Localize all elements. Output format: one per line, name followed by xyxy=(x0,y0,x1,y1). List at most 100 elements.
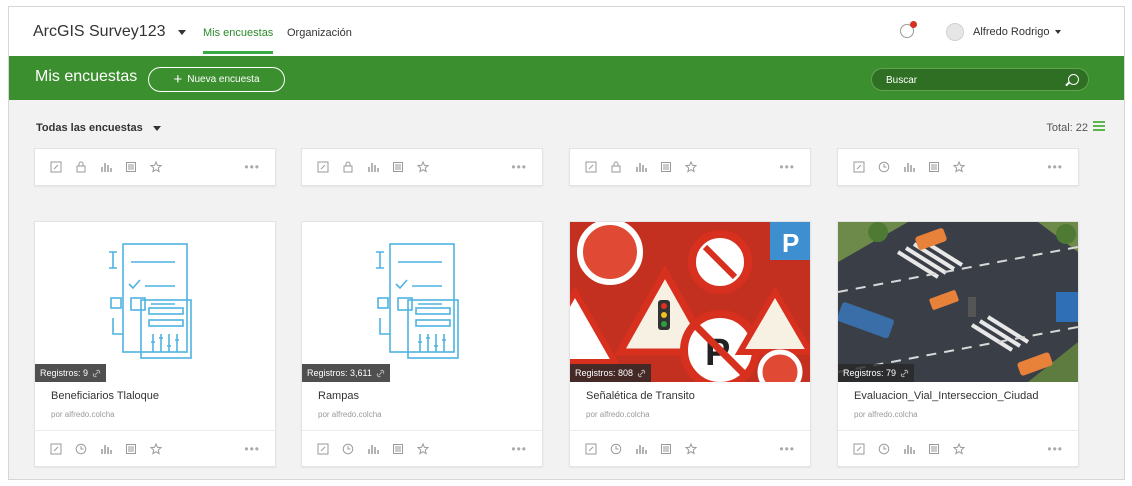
link-icon[interactable] xyxy=(376,369,385,378)
more-options-icon[interactable]: ••• xyxy=(1047,442,1063,456)
edit-icon[interactable] xyxy=(585,443,597,455)
data-icon[interactable] xyxy=(125,443,137,455)
survey-card[interactable]: P P Registros: 808 Señalética de Transit… xyxy=(569,221,811,467)
data-icon[interactable] xyxy=(125,161,137,173)
data-icon[interactable] xyxy=(392,443,404,455)
card-title[interactable]: Señalética de Transito xyxy=(586,390,695,402)
form-illustration-icon xyxy=(109,243,192,359)
analyze-icon[interactable] xyxy=(635,443,647,455)
page-title: Mis encuestas xyxy=(35,68,138,85)
survey-card[interactable]: Registros: 3,611 Rampas por alfredo.colc… xyxy=(301,221,543,467)
analyze-icon[interactable] xyxy=(100,161,112,173)
notification-icon[interactable] xyxy=(900,21,917,38)
survey-filter-dropdown[interactable]: Todas las encuestas xyxy=(36,122,161,134)
search-icon[interactable] xyxy=(1068,74,1079,85)
clock-icon[interactable] xyxy=(75,443,87,455)
lock-icon[interactable] xyxy=(342,161,354,173)
new-survey-button[interactable]: + Nueva encuesta xyxy=(148,67,285,92)
nav-organization-label: Organización xyxy=(287,27,352,39)
analyze-icon[interactable] xyxy=(367,443,379,455)
card-actions: ••• xyxy=(838,430,1078,466)
nav-my-surveys[interactable]: Mis encuestas xyxy=(203,27,274,54)
more-options-icon[interactable]: ••• xyxy=(244,442,260,456)
survey-card-top: ••• xyxy=(34,148,276,186)
svg-text:P: P xyxy=(782,228,799,258)
record-count: Registros: 808 xyxy=(575,368,634,378)
list-view-icon[interactable] xyxy=(1093,121,1105,133)
data-icon[interactable] xyxy=(928,443,940,455)
nav-active-indicator xyxy=(203,51,274,54)
traffic-signs-photo-icon: P P xyxy=(570,222,810,382)
analyze-icon[interactable] xyxy=(367,161,379,173)
edit-icon[interactable] xyxy=(317,161,329,173)
survey-card-top: ••• xyxy=(301,148,543,186)
survey-card[interactable]: Registros: 9 Beneficiarios Tlaloque por … xyxy=(34,221,276,467)
data-icon[interactable] xyxy=(660,443,672,455)
favorite-icon[interactable] xyxy=(685,442,697,455)
analyze-icon[interactable] xyxy=(903,443,915,455)
user-name: Alfredo Rodrigo xyxy=(973,26,1050,38)
analyze-icon[interactable] xyxy=(635,161,647,173)
more-options-icon[interactable]: ••• xyxy=(244,160,260,174)
link-icon[interactable] xyxy=(900,369,909,378)
more-options-icon[interactable]: ••• xyxy=(1047,160,1063,174)
favorite-icon[interactable] xyxy=(953,161,965,173)
link-icon[interactable] xyxy=(637,369,646,378)
new-survey-label: Nueva encuesta xyxy=(187,74,260,85)
more-options-icon[interactable]: ••• xyxy=(779,442,795,456)
card-owner: por alfredo.colcha xyxy=(318,410,382,419)
survey-thumbnail[interactable]: Registros: 79 xyxy=(838,222,1078,382)
edit-icon[interactable] xyxy=(50,161,62,173)
lock-icon[interactable] xyxy=(610,161,622,173)
survey-card[interactable]: Registros: 79 Evaluacion_Vial_Intersecci… xyxy=(837,221,1079,467)
edit-icon[interactable] xyxy=(50,443,62,455)
card-title[interactable]: Evaluacion_Vial_Interseccion_Ciudad xyxy=(854,390,1038,402)
card-actions: ••• xyxy=(35,430,275,466)
data-icon[interactable] xyxy=(392,161,404,173)
more-options-icon[interactable]: ••• xyxy=(511,160,527,174)
survey-thumbnail[interactable]: Registros: 9 xyxy=(35,222,275,382)
favorite-icon[interactable] xyxy=(417,442,429,455)
analyze-icon[interactable] xyxy=(903,161,915,173)
record-count-badge: Registros: 9 xyxy=(35,364,107,382)
app-window: ArcGIS Survey123 Mis encuestas Organizac… xyxy=(8,6,1125,480)
favorite-icon[interactable] xyxy=(417,161,429,173)
card-title[interactable]: Rampas xyxy=(318,390,359,402)
clock-icon[interactable] xyxy=(878,443,890,455)
avatar[interactable] xyxy=(946,23,964,41)
analyze-icon[interactable] xyxy=(100,443,112,455)
lock-icon[interactable] xyxy=(75,161,87,173)
link-icon[interactable] xyxy=(92,369,101,378)
clock-icon[interactable] xyxy=(878,161,890,173)
record-count: Registros: 79 xyxy=(843,368,897,378)
favorite-icon[interactable] xyxy=(150,161,162,173)
user-menu[interactable]: Alfredo Rodrigo xyxy=(973,26,1062,38)
total-count: Total: 22 xyxy=(1046,122,1088,134)
favorite-icon[interactable] xyxy=(150,442,162,455)
survey-card-top: ••• xyxy=(569,148,811,186)
top-header: ArcGIS Survey123 Mis encuestas Organizac… xyxy=(9,7,1124,56)
search-input[interactable] xyxy=(886,73,1056,87)
survey-thumbnail[interactable]: Registros: 3,611 xyxy=(302,222,542,382)
clock-icon[interactable] xyxy=(342,443,354,455)
favorite-icon[interactable] xyxy=(685,161,697,173)
more-options-icon[interactable]: ••• xyxy=(779,160,795,174)
edit-icon[interactable] xyxy=(853,161,865,173)
survey-thumbnail[interactable]: P P Registros: 808 xyxy=(570,222,810,382)
card-title[interactable]: Beneficiarios Tlaloque xyxy=(51,390,159,402)
favorite-icon[interactable] xyxy=(953,442,965,455)
more-options-icon[interactable]: ••• xyxy=(511,442,527,456)
form-illustration-icon xyxy=(376,243,459,359)
app-switcher[interactable]: ArcGIS Survey123 xyxy=(33,23,186,41)
data-icon[interactable] xyxy=(928,161,940,173)
chevron-down-icon xyxy=(1055,30,1062,34)
clock-icon[interactable] xyxy=(610,443,622,455)
card-actions: ••• xyxy=(35,149,275,185)
edit-icon[interactable] xyxy=(853,443,865,455)
edit-icon[interactable] xyxy=(585,161,597,173)
edit-icon[interactable] xyxy=(317,443,329,455)
data-icon[interactable] xyxy=(660,161,672,173)
card-actions: ••• xyxy=(570,149,810,185)
nav-organization[interactable]: Organización xyxy=(287,27,352,39)
card-actions: ••• xyxy=(838,149,1078,185)
